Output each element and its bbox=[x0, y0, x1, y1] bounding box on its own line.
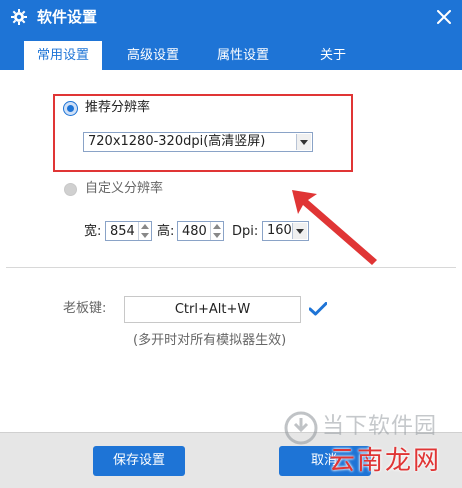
cancel-button[interactable]: 取消 bbox=[279, 446, 371, 476]
custom-resolution-label: 自定义分辨率 bbox=[85, 181, 164, 196]
boss-key-input[interactable] bbox=[124, 296, 301, 323]
tab-common-settings[interactable]: 常用设置 bbox=[24, 41, 102, 70]
width-increment-button[interactable] bbox=[139, 222, 151, 231]
checkmark-icon[interactable] bbox=[309, 302, 327, 316]
width-decrement-button[interactable] bbox=[139, 231, 151, 240]
chevron-down-icon bbox=[292, 223, 307, 239]
dpi-value: 160 bbox=[267, 223, 292, 238]
chevron-down-icon bbox=[296, 134, 311, 150]
settings-window: 软件设置 常用设置 高级设置 属性设置 关于 推荐分辨率 720x1280-32… bbox=[0, 0, 462, 488]
dpi-select[interactable]: 160 bbox=[262, 221, 309, 241]
recommended-resolution-value: 720x1280-320dpi(高清竖屏) bbox=[88, 134, 266, 149]
boss-key-label: 老板键: bbox=[63, 301, 107, 316]
annotation-arrow bbox=[292, 190, 377, 265]
height-increment-button[interactable] bbox=[211, 222, 223, 231]
chevron-up-icon bbox=[213, 224, 221, 229]
window-title: 软件设置 bbox=[37, 8, 98, 26]
recommended-resolution-label: 推荐分辨率 bbox=[85, 100, 151, 115]
width-stepper[interactable] bbox=[105, 221, 152, 241]
height-stepper[interactable] bbox=[177, 221, 224, 241]
gear-icon bbox=[11, 9, 27, 25]
width-label: 宽: bbox=[84, 224, 102, 239]
footer-bar bbox=[0, 432, 462, 488]
tab-advanced-settings[interactable]: 高级设置 bbox=[114, 41, 192, 70]
width-input[interactable] bbox=[106, 222, 140, 240]
dpi-label: Dpi: bbox=[232, 224, 259, 239]
height-decrement-button[interactable] bbox=[211, 231, 223, 240]
title-bar[interactable]: 软件设置 常用设置 高级设置 属性设置 关于 bbox=[0, 0, 462, 70]
custom-resolution-radio[interactable] bbox=[64, 183, 77, 196]
tab-about[interactable]: 关于 bbox=[294, 41, 372, 70]
width-stepper-buttons bbox=[138, 222, 151, 240]
tab-property-settings[interactable]: 属性设置 bbox=[204, 41, 282, 70]
close-icon bbox=[437, 10, 451, 24]
boss-key-note: (多开时对所有模拟器生效) bbox=[133, 333, 287, 348]
section-divider bbox=[6, 267, 456, 268]
recommended-resolution-radio[interactable] bbox=[64, 102, 77, 115]
chevron-down-icon bbox=[141, 233, 149, 238]
height-input[interactable] bbox=[178, 222, 212, 240]
height-stepper-buttons bbox=[210, 222, 223, 240]
recommended-resolution-select[interactable]: 720x1280-320dpi(高清竖屏) bbox=[83, 132, 313, 152]
chevron-up-icon bbox=[141, 224, 149, 229]
close-button[interactable] bbox=[430, 4, 458, 30]
height-label: 高: bbox=[157, 224, 175, 239]
chevron-down-icon bbox=[213, 233, 221, 238]
save-settings-button[interactable]: 保存设置 bbox=[93, 446, 185, 476]
